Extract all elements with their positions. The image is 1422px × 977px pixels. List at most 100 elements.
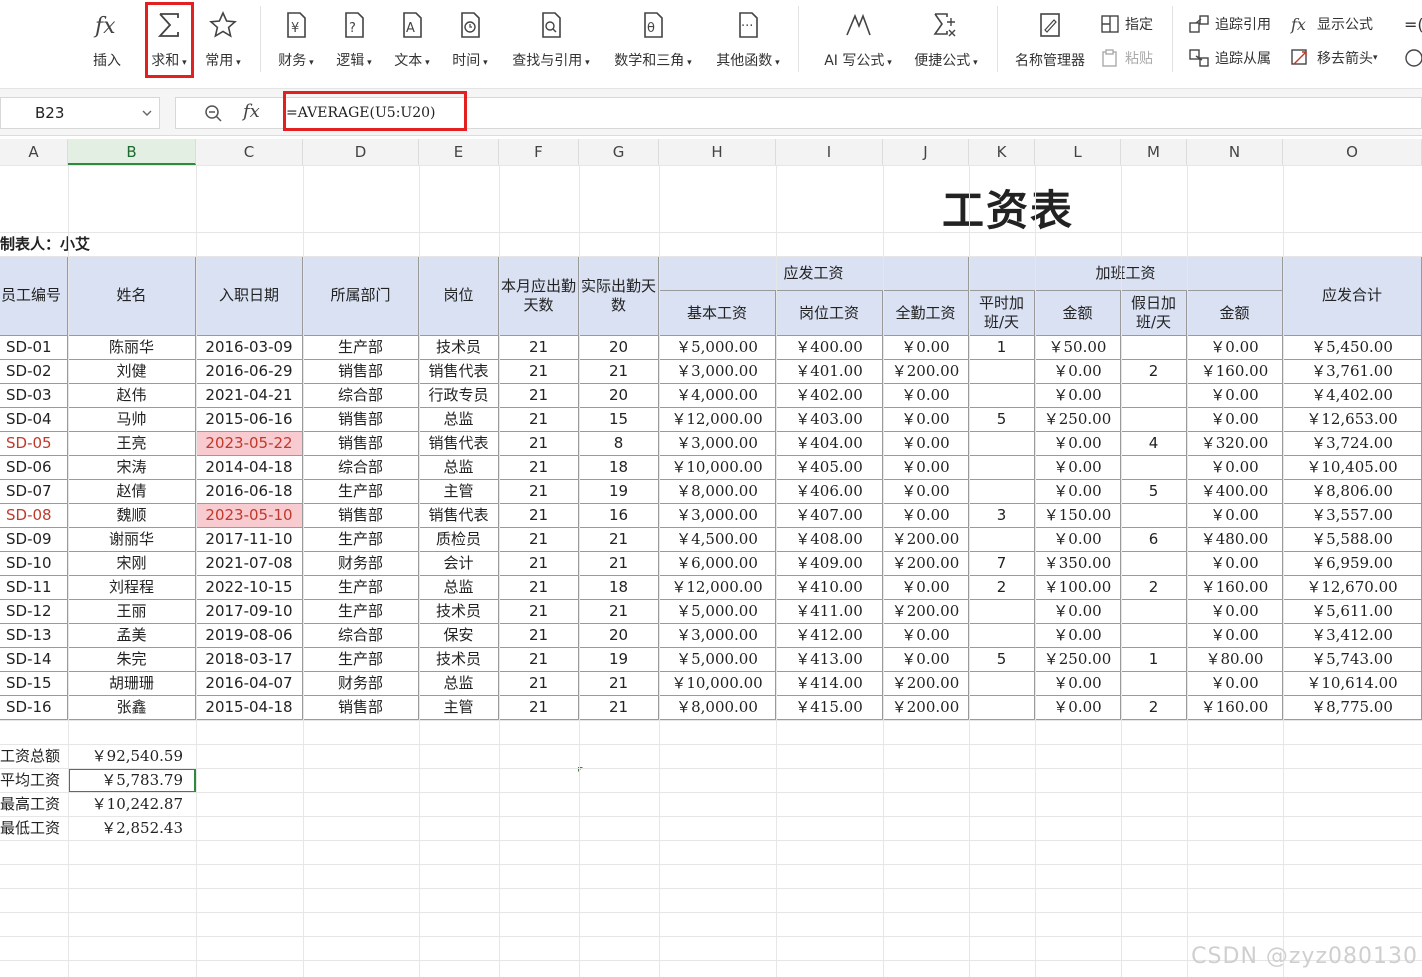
cell-holiday-ot[interactable] [1121,456,1187,480]
cell-total[interactable]: ￥3,412.00 [1283,624,1422,648]
cell-dept[interactable]: 财务部 [303,672,419,696]
name-manager-button[interactable]: 名称管理器 [1010,0,1090,88]
cell-post-pay[interactable]: ￥409.00 [776,552,883,576]
ai-formula-button[interactable]: AI 写公式 ▾ [818,0,898,88]
cell-post[interactable]: 行政专员 [419,384,499,408]
cell-base[interactable]: ￥4,000.00 [659,384,776,408]
cell-hire-date[interactable]: 2021-07-08 [196,552,303,576]
column-header-e[interactable]: E [419,139,499,165]
logic-button[interactable]: ? 逻辑 ▾ [330,0,378,88]
cell-amount2[interactable]: ￥480.00 [1187,528,1283,552]
active-cell-b23[interactable] [68,768,196,793]
cell-total[interactable]: ￥5,588.00 [1283,528,1422,552]
cell-attendance[interactable]: ￥0.00 [883,408,969,432]
cell-name[interactable]: 刘程程 [68,576,196,600]
cell-attendance[interactable]: ￥0.00 [883,624,969,648]
cell-post-pay[interactable]: ￥411.00 [776,600,883,624]
cell-amount[interactable]: ￥0.00 [1035,384,1121,408]
cell-amount[interactable]: ￥0.00 [1035,456,1121,480]
column-header-d[interactable]: D [303,139,419,165]
cell-post[interactable]: 销售代表 [419,504,499,528]
cell-emp-id[interactable]: SD-11 [0,576,68,600]
cell-holiday-ot[interactable]: 5 [1121,480,1187,504]
cell-weekday-ot[interactable] [969,456,1035,480]
cell-actual-days[interactable]: 20 [579,624,659,648]
cell-base[interactable]: ￥5,000.00 [659,600,776,624]
cell-due-days[interactable]: 21 [499,648,579,672]
cell-amount2[interactable]: ￥320.00 [1187,432,1283,456]
lookup-reference-button[interactable]: 查找与引用 ▾ [507,0,595,88]
cell-dept[interactable]: 生产部 [303,648,419,672]
cell-total[interactable]: ￥5,611.00 [1283,600,1422,624]
cell-emp-id[interactable]: SD-06 [0,456,68,480]
column-header-a[interactable]: A [0,139,68,165]
cell-base[interactable]: ￥3,000.00 [659,432,776,456]
header-dept[interactable]: 所属部门 [303,256,419,336]
error-check-icon[interactable] [1404,46,1422,70]
cell-actual-days[interactable]: 8 [579,432,659,456]
header-emp-id[interactable]: 员工编号 [0,256,68,336]
header-amount2[interactable]: 金额 [1187,291,1283,336]
cell-amount2[interactable]: ￥80.00 [1187,648,1283,672]
cell-name[interactable]: 宋涛 [68,456,196,480]
cell-dept[interactable]: 生产部 [303,576,419,600]
cell-due-days[interactable]: 21 [499,432,579,456]
header-overtime[interactable]: 加班工资 [969,256,1283,291]
cell-due-days[interactable]: 21 [499,624,579,648]
cell-base[interactable]: ￥8,000.00 [659,480,776,504]
cell-base[interactable]: ￥5,000.00 [659,648,776,672]
cell-holiday-ot[interactable] [1121,408,1187,432]
cell-weekday-ot[interactable]: 5 [969,648,1035,672]
cell-hire-date[interactable]: 2021-04-21 [196,384,303,408]
cell-post-pay[interactable]: ￥402.00 [776,384,883,408]
cell-emp-id[interactable]: SD-12 [0,600,68,624]
cell-amount[interactable]: ￥0.00 [1035,600,1121,624]
header-actual-days[interactable]: 实际出勤天数 [579,256,659,336]
cell-base[interactable]: ￥4,500.00 [659,528,776,552]
cell-emp-id[interactable]: SD-10 [0,552,68,576]
cell-total[interactable]: ￥10,405.00 [1283,456,1422,480]
cell-hire-date[interactable]: 2016-04-07 [196,672,303,696]
cell-post-pay[interactable]: ￥408.00 [776,528,883,552]
remove-arrows-button[interactable]: 移去箭头 ▾ [1290,46,1378,70]
cell-due-days[interactable]: 21 [499,504,579,528]
cell-holiday-ot[interactable]: 6 [1121,528,1187,552]
cell-post[interactable]: 质检员 [419,528,499,552]
cell-amount2[interactable]: ￥400.00 [1187,480,1283,504]
cell-holiday-ot[interactable] [1121,600,1187,624]
column-header-h[interactable]: H [659,139,776,165]
cell-amount[interactable]: ￥0.00 [1035,432,1121,456]
cell-hire-date[interactable]: 2017-09-10 [196,600,303,624]
cell-post-pay[interactable]: ￥413.00 [776,648,883,672]
cell-amount[interactable]: ￥0.00 [1035,528,1121,552]
cell-due-days[interactable]: 21 [499,384,579,408]
cell-total[interactable]: ￥3,761.00 [1283,360,1422,384]
cell-post[interactable]: 技术员 [419,600,499,624]
summary-value[interactable]: ￥92,540.59 [68,745,195,768]
column-header-g[interactable]: G [579,139,659,165]
cell-holiday-ot[interactable] [1121,624,1187,648]
cell-hire-date[interactable]: 2015-06-16 [196,408,303,432]
cell-post[interactable]: 销售代表 [419,360,499,384]
quick-formula-button[interactable]: 便捷公式 ▾ [908,0,984,88]
cell-actual-days[interactable]: 19 [579,480,659,504]
cell-amount2[interactable]: ￥0.00 [1187,504,1283,528]
cell-weekday-ot[interactable] [969,672,1035,696]
paste-name-button[interactable]: 粘贴 [1100,46,1153,70]
cell-actual-days[interactable]: 21 [579,672,659,696]
cell-post-pay[interactable]: ￥404.00 [776,432,883,456]
cell-dept[interactable]: 综合部 [303,624,419,648]
cell-due-days[interactable]: 21 [499,480,579,504]
cell-weekday-ot[interactable] [969,600,1035,624]
cell-amount2[interactable]: ￥0.00 [1187,384,1283,408]
cell-post-pay[interactable]: ￥410.00 [776,576,883,600]
cell-attendance[interactable]: ￥200.00 [883,552,969,576]
column-header-c[interactable]: C [196,139,303,165]
cell-due-days[interactable]: 21 [499,696,579,720]
cell-amount[interactable]: ￥0.00 [1035,672,1121,696]
cell-holiday-ot[interactable] [1121,552,1187,576]
cell-attendance[interactable]: ￥200.00 [883,696,969,720]
cell-hire-date[interactable]: 2015-04-18 [196,696,303,720]
math-trig-button[interactable]: θ 数学和三角 ▾ [608,0,698,88]
cell-name[interactable]: 赵倩 [68,480,196,504]
